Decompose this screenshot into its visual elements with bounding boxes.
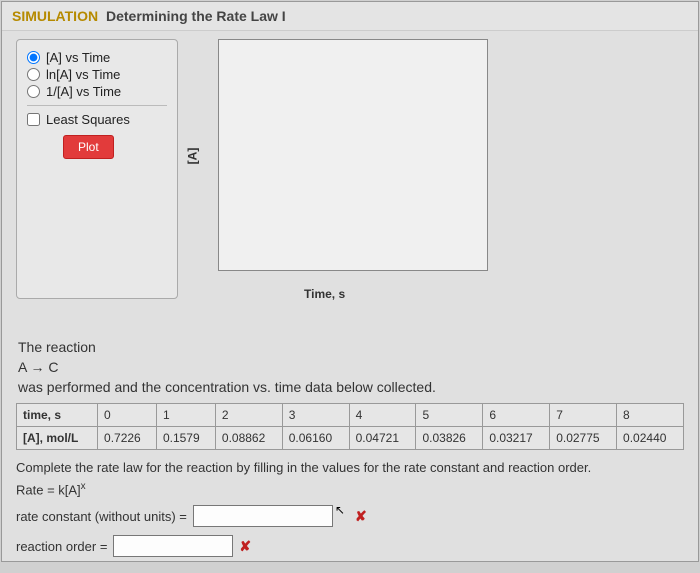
radio-a-vs-time-input[interactable]: [27, 51, 40, 64]
conc-cell: 0.03826: [416, 427, 483, 450]
rate-constant-input[interactable]: [193, 505, 333, 527]
time-cell: 3: [282, 404, 349, 427]
checkbox-least-squares-input[interactable]: [27, 113, 40, 126]
chart-xlabel: Time, s: [304, 287, 345, 301]
reaction-line3: was performed and the concentration vs. …: [18, 379, 682, 395]
radio-lna-vs-time[interactable]: ln[A] vs Time: [27, 67, 167, 82]
checkbox-least-squares-label: Least Squares: [46, 112, 130, 127]
chart-area: [218, 39, 488, 271]
rate-equation: Rate = k[A]x: [16, 481, 684, 497]
incorrect-icon: ✘: [355, 508, 367, 525]
conc-label: [A], mol/L: [17, 427, 98, 450]
rate-eq-prefix: Rate = k[A]: [16, 482, 81, 497]
plot-button[interactable]: Plot: [63, 135, 114, 159]
rate-constant-label: rate constant (without units) =: [16, 509, 187, 524]
conc-cell: 0.03217: [483, 427, 550, 450]
reaction-line1: The reaction: [18, 339, 682, 355]
reaction-description: The reaction A → C was performed and the…: [16, 339, 684, 395]
time-cell: 8: [617, 404, 684, 427]
table-row: [A], mol/L 0.7226 0.1579 0.08862 0.06160…: [17, 427, 684, 450]
radio-1a-vs-time-label: 1/[A] vs Time: [46, 84, 121, 99]
radio-1a-vs-time-input[interactable]: [27, 85, 40, 98]
page-title: Determining the Rate Law I: [106, 8, 286, 24]
conc-cell: 0.7226: [98, 427, 157, 450]
reaction-order-input[interactable]: [113, 535, 233, 557]
radio-a-vs-time-label: [A] vs Time: [46, 50, 110, 65]
chart-ylabel: [A]: [185, 148, 199, 165]
rate-eq-exponent: x: [81, 481, 86, 492]
incorrect-icon: ✘: [239, 538, 251, 555]
cursor-icon: ↖: [335, 503, 345, 517]
conc-cell: 0.04721: [349, 427, 416, 450]
data-table: time, s 0 1 2 3 4 5 6 7 8 [A], mol/L 0.7…: [16, 403, 684, 450]
table-row: time, s 0 1 2 3 4 5 6 7 8: [17, 404, 684, 427]
page-header: SIMULATION Determining the Rate Law I: [2, 2, 698, 31]
instruction-text: Complete the rate law for the reaction b…: [16, 460, 684, 475]
time-label: time, s: [17, 404, 98, 427]
conc-cell: 0.06160: [282, 427, 349, 450]
simulation-label: SIMULATION: [12, 8, 98, 24]
time-cell: 0: [98, 404, 157, 427]
radio-lna-vs-time-input[interactable]: [27, 68, 40, 81]
time-cell: 4: [349, 404, 416, 427]
radio-lna-vs-time-label: ln[A] vs Time: [46, 67, 120, 82]
radio-1a-vs-time[interactable]: 1/[A] vs Time: [27, 84, 167, 99]
time-cell: 1: [156, 404, 215, 427]
conc-cell: 0.1579: [156, 427, 215, 450]
conc-cell: 0.02775: [550, 427, 617, 450]
time-cell: 5: [416, 404, 483, 427]
reaction-line2: A → C: [18, 359, 682, 375]
checkbox-least-squares[interactable]: Least Squares: [27, 112, 167, 127]
time-cell: 6: [483, 404, 550, 427]
chart-container: [A] Time, s: [194, 39, 494, 299]
reaction-order-label: reaction order =: [16, 539, 107, 554]
conc-cell: 0.02440: [617, 427, 684, 450]
plot-options-panel: [A] vs Time ln[A] vs Time 1/[A] vs Time …: [16, 39, 178, 299]
conc-cell: 0.08862: [215, 427, 282, 450]
time-cell: 2: [215, 404, 282, 427]
radio-a-vs-time[interactable]: [A] vs Time: [27, 50, 167, 65]
time-cell: 7: [550, 404, 617, 427]
